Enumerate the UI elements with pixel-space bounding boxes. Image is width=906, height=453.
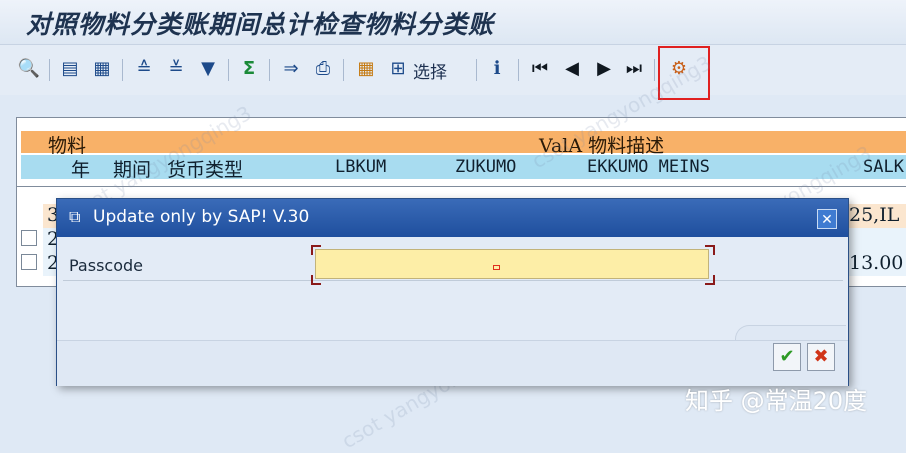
header-currency-type: 货币类型	[167, 159, 244, 181]
toolbar-separator	[228, 59, 229, 81]
select-label[interactable]: 选择	[413, 58, 447, 83]
toolbar-separator	[269, 59, 270, 81]
row-cell: 25,IL	[849, 204, 900, 226]
focus-corner	[311, 245, 321, 255]
dialog-body: Passcode ✔ ✖	[57, 237, 848, 386]
passcode-input[interactable]	[315, 249, 709, 279]
header-material: 物料	[48, 135, 87, 157]
passcode-dialog: ⧉ Update only by SAP! V.30 ✕ Passcode ✔ …	[56, 198, 849, 386]
input-caret-marker	[493, 265, 500, 270]
detail-icon[interactable]: 🔍	[17, 57, 41, 81]
print-icon[interactable]: ⎙	[311, 57, 335, 81]
export-icon[interactable]: ⇒	[279, 57, 303, 81]
toolbar-separator	[122, 59, 123, 81]
row-checkbox[interactable]	[21, 254, 37, 270]
dialog-footer	[57, 340, 848, 386]
brand-watermark: 知乎 @常温20度	[685, 387, 868, 415]
confirm-button[interactable]: ✔	[773, 343, 801, 371]
list-header-row1: 物料 ValA 物料描述	[21, 131, 906, 157]
header-divider	[17, 186, 906, 187]
highlight-annotation-box	[658, 46, 710, 100]
header-year: 年	[71, 159, 91, 181]
header-ekkumo-meins: EKKUMO MEINS	[587, 157, 710, 177]
header-lbkum: LBKUM	[335, 157, 387, 177]
last-page-icon[interactable]: ⏭	[622, 57, 646, 81]
sort-ascending-icon[interactable]: ≙	[132, 57, 156, 81]
dialog-window-icon: ⧉	[69, 207, 81, 226]
select-icon[interactable]: ⊞	[386, 57, 410, 81]
first-column-icon[interactable]: ▤	[58, 57, 82, 81]
list-header-row2: 年 期间 货币类型 LBKUM ZUKUMO EKKUMO MEINS SALK	[21, 155, 906, 181]
grid-icon[interactable]: ▦	[354, 57, 378, 81]
focus-corner	[705, 245, 715, 255]
title-bar: 对照物料分类账期间总计检查物料分类账	[0, 0, 906, 45]
previous-page-icon[interactable]: ◀	[560, 57, 584, 81]
layout-icon[interactable]: ▦	[90, 57, 114, 81]
next-page-icon[interactable]: ▶	[592, 57, 616, 81]
header-vala-description: ValA 物料描述	[539, 135, 665, 157]
header-period: 期间	[113, 159, 152, 181]
focus-corner	[311, 275, 321, 285]
toolbar-separator	[49, 59, 50, 81]
application-toolbar: 🔍 ▤ ▦ ≙ ≚ ▼ Σ ⇒ ⎙ ▦ ⊞ ℹ ⏮ ◀ ▶ ⏭ ⚙	[0, 45, 906, 95]
page-title: 对照物料分类账期间总计检查物料分类账	[26, 10, 495, 39]
header-zukumo: ZUKUMO	[455, 157, 517, 177]
cancel-button[interactable]: ✖	[807, 343, 835, 371]
dialog-title: Update only by SAP! V.30	[93, 207, 310, 227]
focus-corner	[705, 275, 715, 285]
dialog-title-bar[interactable]: ⧉ Update only by SAP! V.30 ✕	[57, 199, 848, 237]
sort-descending-icon[interactable]: ≚	[164, 57, 188, 81]
close-icon[interactable]: ✕	[817, 209, 837, 229]
toolbar-separator	[343, 59, 344, 81]
header-salk: SALK	[863, 157, 904, 177]
passcode-label: Passcode	[69, 256, 143, 275]
first-page-icon[interactable]: ⏮	[528, 57, 552, 81]
filter-icon[interactable]: ▼	[196, 57, 220, 81]
sum-icon[interactable]: Σ	[237, 57, 261, 81]
info-icon[interactable]: ℹ	[485, 57, 509, 81]
toolbar-separator	[518, 59, 519, 81]
row-checkbox[interactable]	[21, 230, 37, 246]
field-underline	[63, 280, 843, 281]
toolbar-separator	[654, 59, 655, 81]
row-cell: 13.00	[849, 252, 904, 274]
toolbar-separator	[476, 59, 477, 81]
